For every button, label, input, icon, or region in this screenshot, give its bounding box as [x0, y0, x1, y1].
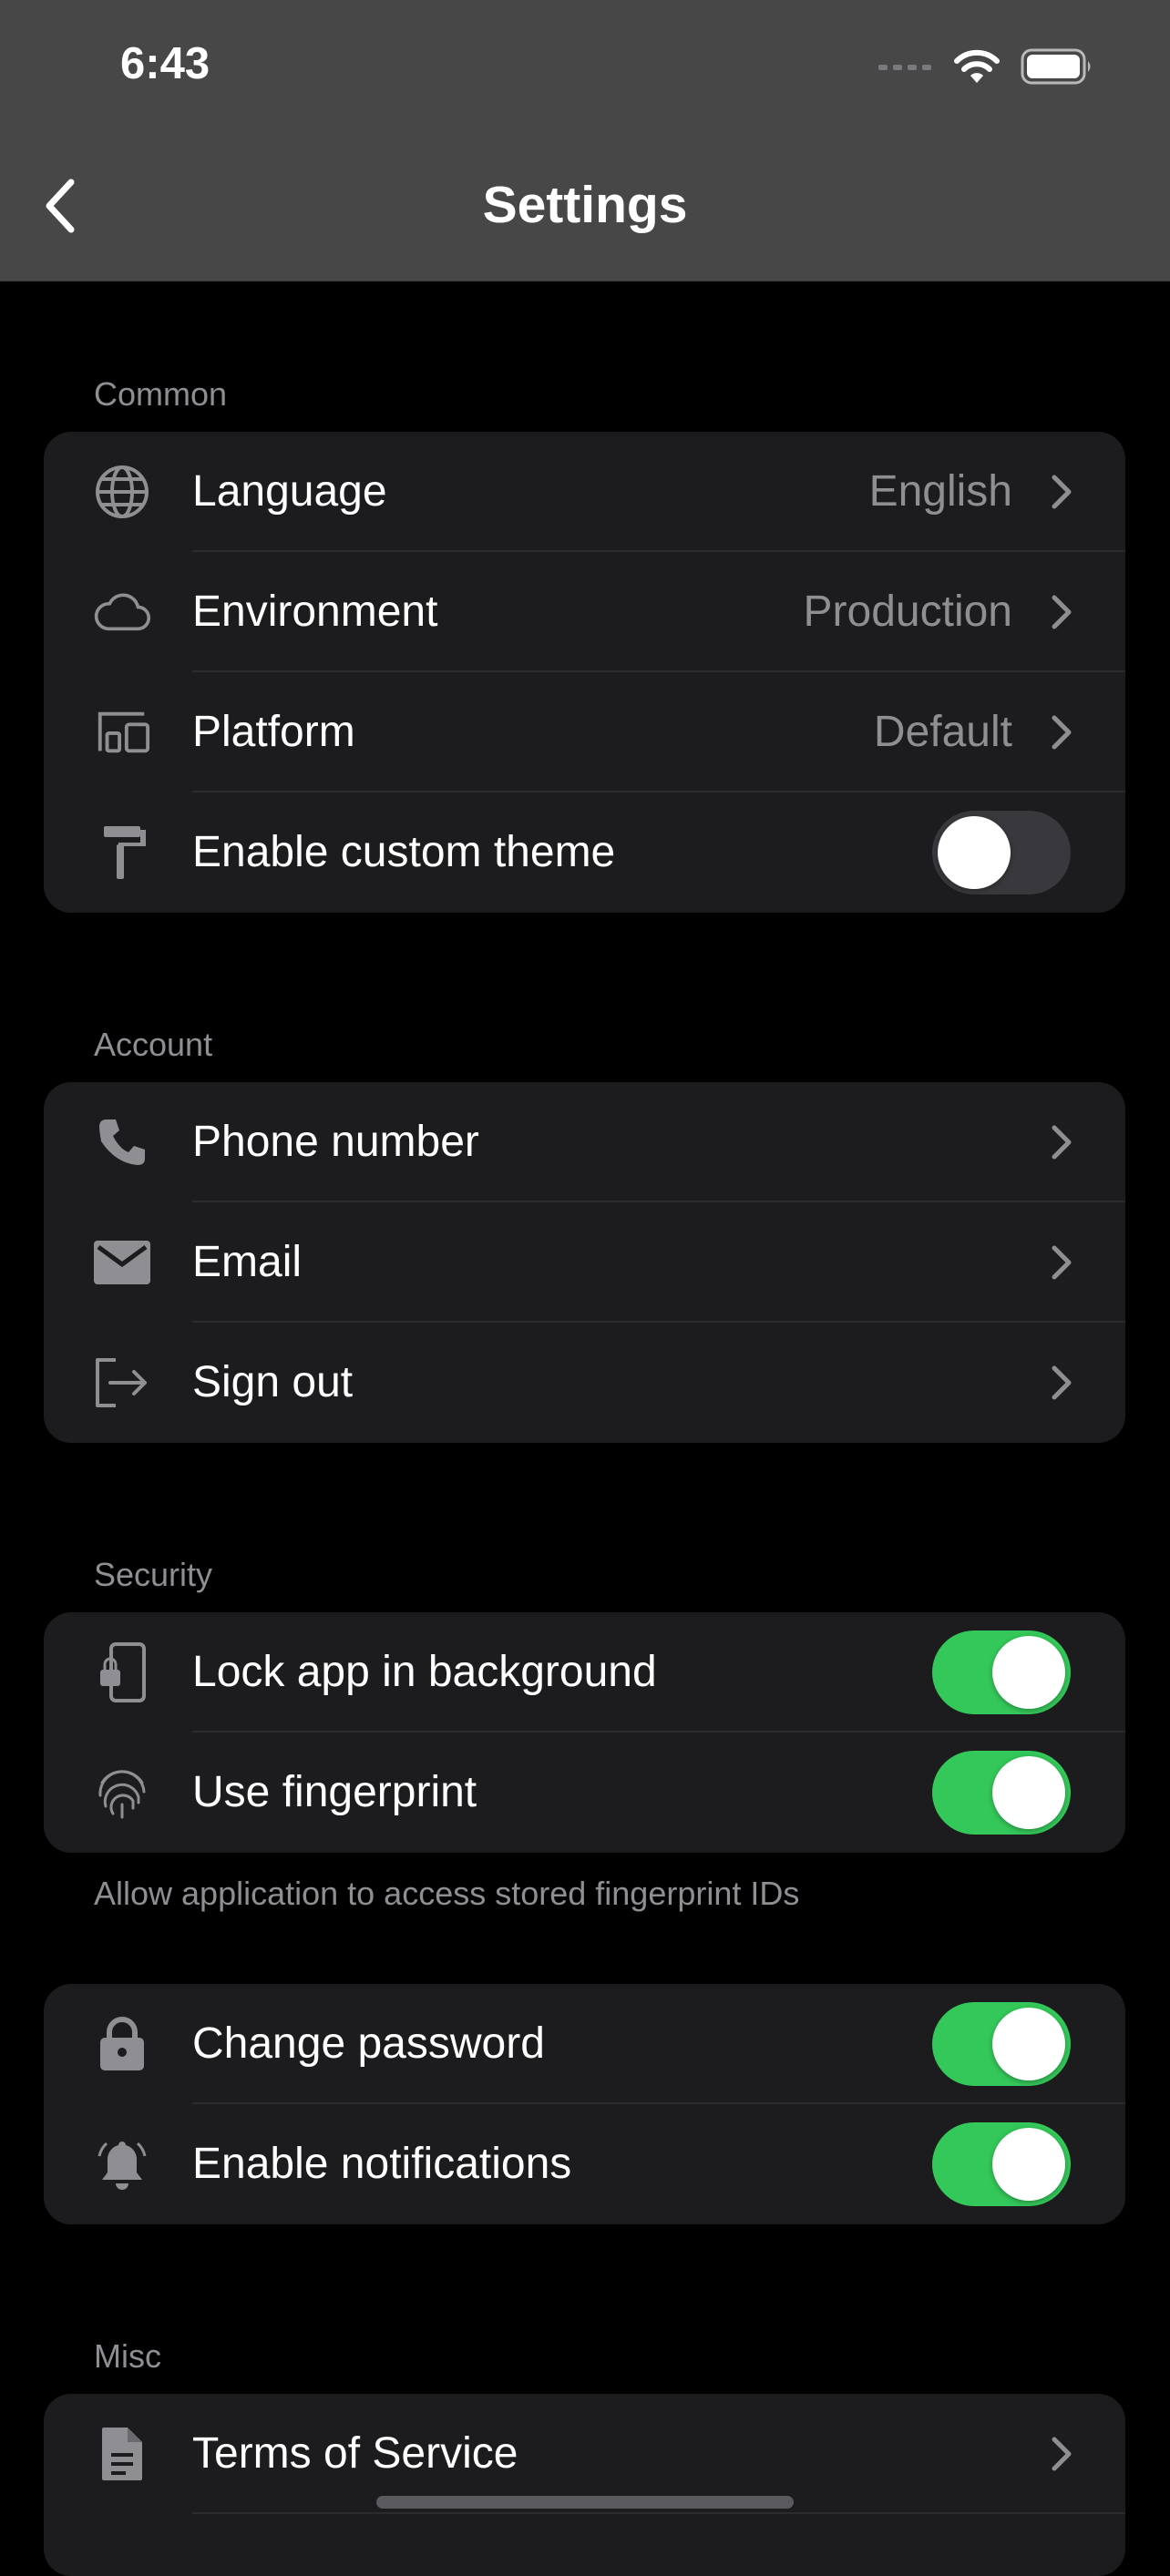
sign-out-row[interactable]: Sign out [44, 1323, 1125, 1443]
lock-app-toggle[interactable] [932, 1630, 1071, 1714]
sign-out-icon [93, 1355, 151, 1410]
platform-value: Default [873, 708, 1012, 756]
chevron-right-icon [1052, 595, 1072, 629]
fingerprint-label: Use fingerprint [192, 1768, 477, 1816]
notifications-label: Enable notifications [192, 2140, 572, 2188]
toggle-knob [992, 1636, 1065, 1709]
cellular-signal-icon [878, 65, 931, 70]
notifications-row: Enable notifications [44, 2104, 1125, 2224]
fingerprint-row: Use fingerprint [44, 1733, 1125, 1853]
bell-icon [93, 2137, 151, 2192]
divider [192, 2512, 1125, 2514]
security-group: Lock app in background Use fingerprint [44, 1612, 1125, 1853]
paint-roller-icon [93, 825, 151, 880]
toggle-knob [992, 2008, 1065, 2080]
lock-app-label: Lock app in background [192, 1648, 657, 1696]
language-label: Language [192, 467, 387, 516]
chevron-right-icon [1052, 715, 1072, 750]
globe-icon [93, 465, 151, 519]
wifi-icon [954, 49, 1000, 83]
toggle-knob [992, 1756, 1065, 1829]
navigation-bar: Settings [0, 133, 1170, 281]
lock-icon [93, 2017, 151, 2071]
status-icons [878, 44, 1093, 89]
common-group: Language English Environment Production … [44, 432, 1125, 913]
change-password-row: Change password [44, 1984, 1125, 2104]
environment-label: Environment [192, 588, 438, 636]
chevron-right-icon [1052, 2437, 1072, 2471]
section-header-account: Account [94, 1026, 213, 1063]
status-bar: 6:43 [0, 0, 1170, 133]
home-indicator [376, 2496, 794, 2509]
fingerprint-toggle[interactable] [932, 1751, 1071, 1835]
custom-theme-row: Enable custom theme [44, 792, 1125, 913]
chevron-right-icon [1052, 1245, 1072, 1280]
platform-row[interactable]: Platform Default [44, 672, 1125, 792]
sign-out-label: Sign out [192, 1358, 354, 1406]
email-row[interactable]: Email [44, 1202, 1125, 1323]
password-notifications-group: Change password Enable notifications [44, 1984, 1125, 2224]
custom-theme-label: Enable custom theme [192, 828, 616, 876]
change-password-toggle[interactable] [932, 2002, 1071, 2086]
lock-app-row: Lock app in background [44, 1612, 1125, 1733]
cloud-icon [93, 585, 151, 639]
custom-theme-toggle[interactable] [932, 811, 1071, 894]
devices-icon [93, 705, 151, 760]
chevron-right-icon [1052, 1125, 1072, 1160]
section-footer-security: Allow application to access stored finge… [94, 1875, 800, 1912]
page-title: Settings [482, 176, 688, 234]
notifications-toggle[interactable] [932, 2122, 1071, 2206]
document-icon [93, 2427, 151, 2481]
environment-value: Production [803, 588, 1012, 636]
phone-number-label: Phone number [192, 1118, 479, 1166]
phone-number-row[interactable]: Phone number [44, 1082, 1125, 1202]
fingerprint-icon [93, 1765, 151, 1820]
language-row[interactable]: Language English [44, 432, 1125, 552]
email-label: Email [192, 1238, 303, 1286]
section-header-misc: Misc [94, 2337, 161, 2375]
toggle-knob [938, 816, 1011, 889]
section-header-common: Common [94, 375, 228, 413]
misc-group: Terms of Service [44, 2394, 1125, 2576]
mail-icon [93, 1235, 151, 1290]
toggle-knob [992, 2128, 1065, 2201]
account-group: Phone number Email Sign out [44, 1082, 1125, 1443]
chevron-right-icon [1052, 1365, 1072, 1400]
language-value: English [868, 467, 1012, 516]
environment-row[interactable]: Environment Production [44, 552, 1125, 672]
change-password-label: Change password [192, 2019, 545, 2068]
chevron-right-icon [1052, 475, 1072, 509]
section-header-security: Security [94, 1556, 213, 1593]
phone-lock-icon [93, 1642, 151, 1702]
battery-icon [1021, 48, 1091, 85]
platform-label: Platform [192, 708, 355, 756]
status-time: 6:43 [120, 39, 210, 88]
phone-icon [93, 1115, 151, 1170]
